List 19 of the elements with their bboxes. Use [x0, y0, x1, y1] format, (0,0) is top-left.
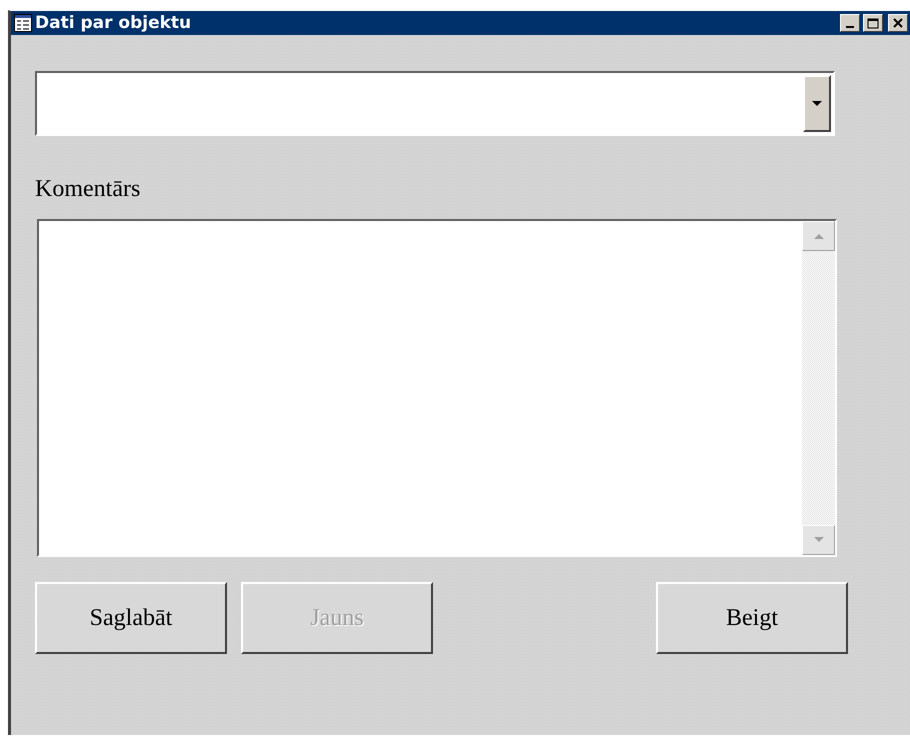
maximize-button[interactable] — [863, 14, 883, 32]
minimize-button[interactable] — [840, 14, 860, 32]
dropdown-button[interactable] — [803, 75, 831, 132]
up-arrow-icon — [814, 233, 824, 239]
window-title: Dati par objektu — [35, 13, 192, 33]
comment-label: Komentārs — [35, 176, 142, 203]
dialog-button[interactable]: Saglabāt — [35, 582, 227, 654]
vertical-scrollbar[interactable] — [802, 221, 835, 555]
close-icon — [893, 18, 903, 28]
form-icon — [14, 14, 32, 32]
scroll-up-button[interactable] — [802, 221, 835, 251]
close-button[interactable] — [888, 14, 908, 32]
down-arrow-icon — [814, 537, 824, 543]
object-combo-box[interactable] — [35, 71, 835, 136]
scroll-down-button[interactable] — [802, 525, 835, 555]
maximize-icon — [867, 18, 879, 28]
dropdown-arrow-icon — [812, 100, 822, 106]
dialog-button[interactable]: Beigt — [656, 582, 848, 654]
minimize-icon — [846, 26, 854, 28]
